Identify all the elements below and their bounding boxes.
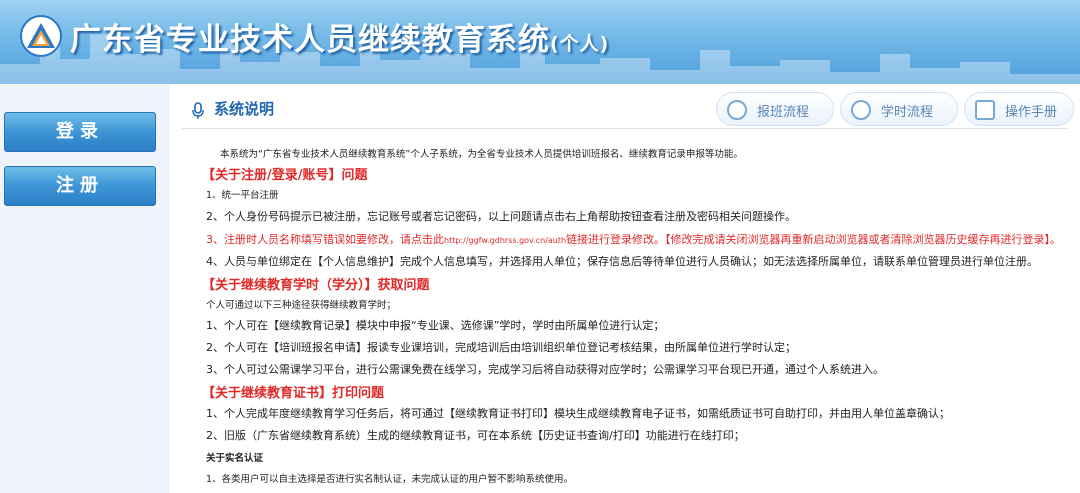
title-divider: [182, 128, 1068, 129]
list-item: 个人可通过以下三种途径获得继续教育学时；: [206, 300, 397, 311]
list-item: 1、各类用户可以自主选择是否进行实名制认证，未完成认证的用户暂不影响系统使用。: [206, 474, 574, 485]
credit-hours-flow-label: 学时流程: [881, 105, 934, 120]
flow-icon: [727, 100, 747, 120]
section-title: 系统说明: [188, 98, 274, 119]
login-button[interactable]: 登录: [4, 112, 156, 152]
heading-real-name: 关于实名认证: [206, 453, 264, 464]
credit-hours-flow-button[interactable]: 学时流程: [840, 92, 958, 126]
enrollment-flow-label: 报班流程: [757, 105, 810, 120]
system-title: 广东省专业技术人员继续教育系统(个人): [70, 14, 609, 59]
register-button[interactable]: 注册: [4, 166, 156, 206]
warning-text-tail: 链接进行登录修改。【修改完成请关闭浏览器再重新启动浏览器或者清除浏览器历史缓存再…: [566, 233, 1062, 246]
intro-text: 本系统为“广东省专业技术人员继续教育系统”个人子系统，为全省专业技术人员提供培训…: [220, 149, 743, 160]
section-title-text: 系统说明: [214, 100, 275, 118]
heading-register-login: 【关于注册/登录/账号】问题: [202, 168, 368, 183]
list-item: 2、旧版（广东省继续教育系统）生成的继续教育证书，可在本系统【历史证书查询/打印…: [206, 429, 745, 442]
heading-certificate: 【关于继续教育证书】打印问题: [202, 386, 385, 401]
list-item-warning: 3、注册时人员名称填写错误如要修改，请点击此http://ggfw.gdhrss…: [206, 231, 1061, 247]
user-manual-button[interactable]: 操作手册: [964, 92, 1074, 126]
header-banner: 广东省专业技术人员继续教育系统(个人): [0, 0, 1080, 84]
flow-icon: [851, 100, 871, 120]
logo-icon: [20, 15, 62, 57]
list-item: 2、个人可在【培训班报名申请】报读专业课培训，完成培训后由培训组织单位登记考核结…: [206, 341, 796, 354]
warning-text: 3、注册时人员名称填写错误如要修改，请点击此: [206, 233, 444, 246]
user-manual-label: 操作手册: [1005, 105, 1058, 120]
heading-credit-hours: 【关于继续教育学时（学分）】获取问题: [202, 278, 430, 293]
list-item: 1、个人完成年度继续教育学习任务后，将可通过【继续教育证书打印】模块生成继续教育…: [206, 407, 950, 420]
list-item: 4、人员与单位绑定在【个人信息维护】完成个人信息填写，并选择用人单位；保存信息后…: [206, 255, 1038, 268]
list-item: 1、个人可在【继续教育记录】模块中申报“专业课、选修课”学时，学时由所属单位进行…: [206, 319, 665, 332]
main-content: 系统说明 报班流程 学时流程 操作手册 本系统为“广东省专业技术人员继续教育系统…: [170, 84, 1080, 493]
title-main: 广东省专业技术人员继续教育系统: [70, 22, 550, 58]
sidebar: 登录 注册: [0, 84, 170, 493]
book-icon: [975, 100, 995, 120]
title-suffix: (个人): [550, 33, 610, 55]
list-item: 1、统一平台注册: [206, 190, 279, 201]
enrollment-flow-button[interactable]: 报班流程: [716, 92, 834, 126]
list-item: 2、个人身份号码提示已被注册，忘记账号或者忘记密码，以上问题请点击右上角帮助按钮…: [206, 210, 796, 223]
list-item: 3、个人可过公需课学习平台，进行公需课免费在线学习，完成学习后将自动获得对应学时…: [206, 363, 884, 376]
auth-link[interactable]: http://ggfw.gdhrss.gov.cn/auth: [444, 236, 566, 245]
